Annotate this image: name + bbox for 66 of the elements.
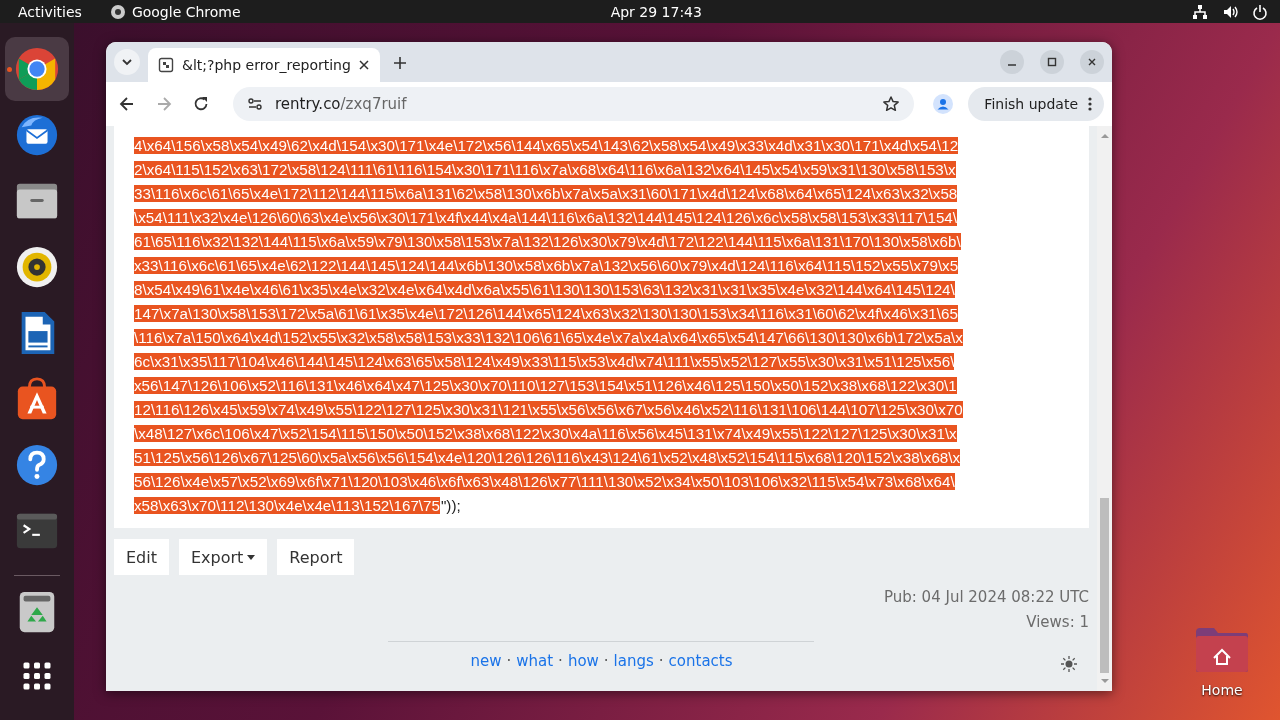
footer-link[interactable]: new — [470, 652, 502, 670]
power-icon[interactable] — [1252, 3, 1268, 20]
app-icon — [109, 3, 126, 20]
code-text: \x48\127\x6c\106\x47\x52\154\115\150\x50\152\x38\x68\122\x30\x4a\116\x56\x45\131\x74\x49\x55\122\127\125\x30\x31\x — [134, 425, 957, 442]
browser-icon[interactable] — [5, 37, 69, 101]
code-text: ")); — [440, 497, 461, 514]
caret-icon — [247, 554, 256, 560]
code-text: x33\116\x6c\61\65\x4e\62\122\144\145\124\144\x6b\130\x58\x6b\x7a\132\x56\60\x79\x4d\124\116\x64\115\152\x55\x79\x5 — [134, 257, 959, 274]
tab-title: &lt;?php error_reporting — [182, 57, 350, 73]
separator-dot: · — [506, 652, 512, 670]
footer-link[interactable]: langs — [613, 652, 654, 670]
address-bar[interactable]: rentry.co/zxq7ruif — [233, 87, 915, 121]
code-text: x56\147\126\106\x52\116\131\x46\x64\x47\125\x30\x70\110\127\153\154\x51\126\x46\125\150\x50\152\x38\x68\122\x30\1 — [134, 377, 957, 394]
separator-dot: · — [658, 652, 664, 670]
published-date: Pub: 04 Jul 2024 08:22 UTC — [883, 587, 1089, 608]
theme-toggle-icon[interactable] — [1061, 656, 1077, 672]
code-text: 6c\x31\x35\117\104\x46\144\145\124\x63\65\x58\124\x49\x33\115\x53\x4d\x74\111\x55\x52\127\x55\x30\x31\x51\125\x56\ — [134, 353, 955, 370]
view-count: Views: 1 — [1026, 612, 1089, 633]
code-text: 51\125\x56\126\x67\125\60\x5a\x56\x56\154\x4e\120\126\126\116\x43\124\61\x52\x48\x52\154\115\x68\120\152\x38\x68\x — [134, 449, 961, 466]
profile-icon[interactable] — [933, 94, 954, 114]
new-tab-icon[interactable] — [392, 55, 408, 71]
minimize-button[interactable] — [1000, 50, 1024, 74]
close-icon — [1086, 56, 1098, 68]
code-text: 8\x54\x49\61\x4e\x46\61\x35\x4e\x32\x4e\x64\x4d\x6a\x55\61\130\130\153\63\132\x31\x31\x35\x4e\x32\144\x64\145\124\ — [134, 281, 955, 298]
scrollbar[interactable] — [1097, 126, 1112, 691]
code-text: 61\65\116\x32\132\144\115\x6a\x59\x79\130\x58\153\x7a\132\126\x30\x79\x4d\172\122\144\115\x6a\131\170\130\x58\x6b\ — [134, 233, 961, 250]
scrollbar-thumb[interactable] — [1100, 498, 1109, 673]
code-text: 33\116\x6c\61\65\x4e\172\112\144\115\x6a\131\62\x58\130\x6b\x7a\x5a\x31\60\171\x4d\124\x68\x64\x65\124\x63\x32\x58 — [134, 185, 958, 202]
back-icon[interactable] — [118, 95, 136, 113]
activities-button[interactable]: Activities — [18, 3, 82, 20]
close-icon[interactable] — [358, 59, 370, 71]
browser-tab[interactable]: &lt;?php error_reporting — [148, 48, 380, 82]
separator-dot: · — [603, 652, 609, 670]
footer-link[interactable]: contacts — [668, 652, 733, 670]
footer-link[interactable]: how — [567, 652, 599, 670]
tab-search-button[interactable] — [114, 49, 140, 75]
footer-link[interactable]: what — [516, 652, 554, 670]
separator-dot: · — [558, 652, 563, 670]
chevron-down-icon — [121, 56, 133, 68]
site-settings-icon[interactable] — [247, 96, 263, 112]
home-folder-icon[interactable] — [1194, 626, 1250, 674]
page-button[interactable]: Report — [277, 539, 355, 575]
maximize-button[interactable] — [1040, 50, 1064, 74]
clock[interactable]: Apr 29 17:43 — [610, 3, 702, 20]
reload-icon[interactable] — [192, 95, 210, 113]
page-button[interactable]: Edit — [114, 539, 169, 575]
page-button[interactable]: Export — [179, 539, 268, 575]
finish-update-button[interactable]: Finish update — [968, 87, 1104, 121]
network-icon[interactable] — [1192, 3, 1208, 20]
code-text: 2\x64\115\152\x63\172\x58\124\111\61\116\154\x30\171\116\x7a\x68\x64\116\x6a\132\x64\145\x54\x59\x31\130\x58\153\x — [134, 161, 956, 178]
code-text: \116\x7a\150\x64\x4d\152\x55\x32\x58\x58\153\x33\132\106\61\65\x4e\x7a\x4a\x64\x65\x54\147\66\130\130\x6b\172\x5a\x — [134, 329, 963, 346]
code-text: \x54\111\x32\x4e\126\60\63\x4e\x56\x30\171\x4f\x44\x4a\144\116\x6a\132\144\145\124\126\x6c\x58\x58\153\x33\117\154\ — [134, 209, 957, 226]
close-button[interactable] — [1080, 50, 1104, 74]
code-text: 4\x64\156\x58\x54\x49\62\x4d\154\x30\171\x4e\172\x56\144\x65\x54\143\62\x58\x54\x49\x33\x4d\x31\x30\171\x4d\x54\12 — [134, 137, 959, 154]
bookmark-star-icon[interactable] — [882, 95, 901, 113]
code-text: 12\116\126\x45\x59\x74\x49\x55\122\127\125\x30\x31\121\x55\x56\x56\x67\x56\x46\x52\116\131\106\144\107\125\x30\x70 — [134, 401, 963, 418]
maximize-icon — [1046, 56, 1058, 68]
app-menu[interactable]: Google Chrome — [109, 3, 241, 20]
minimize-icon — [1008, 63, 1016, 66]
code-text: 147\x7a\130\x58\153\172\x5a\61\61\x35\x4e\172\126\144\x65\124\x63\x32\130\130\153\x34\116\x31\60\62\x4f\x46\x31\65 — [134, 305, 958, 322]
menu-icon — [1088, 96, 1092, 112]
code-text: x58\x63\x70\112\130\x4e\x4e\113\152\167\75 — [134, 497, 440, 514]
page-icon — [158, 57, 174, 73]
code-text: 56\126\x4e\x57\x52\x69\x6f\x71\120\103\x46\x6f\x63\x48\126\x77\111\130\x52\x34\x50\103\106\x32\115\x54\x73\x68\x64\ — [134, 473, 955, 490]
desktop-icon-label[interactable]: Home — [1201, 682, 1243, 698]
url-text: rentry.co/zxq7ruif — [275, 95, 407, 113]
